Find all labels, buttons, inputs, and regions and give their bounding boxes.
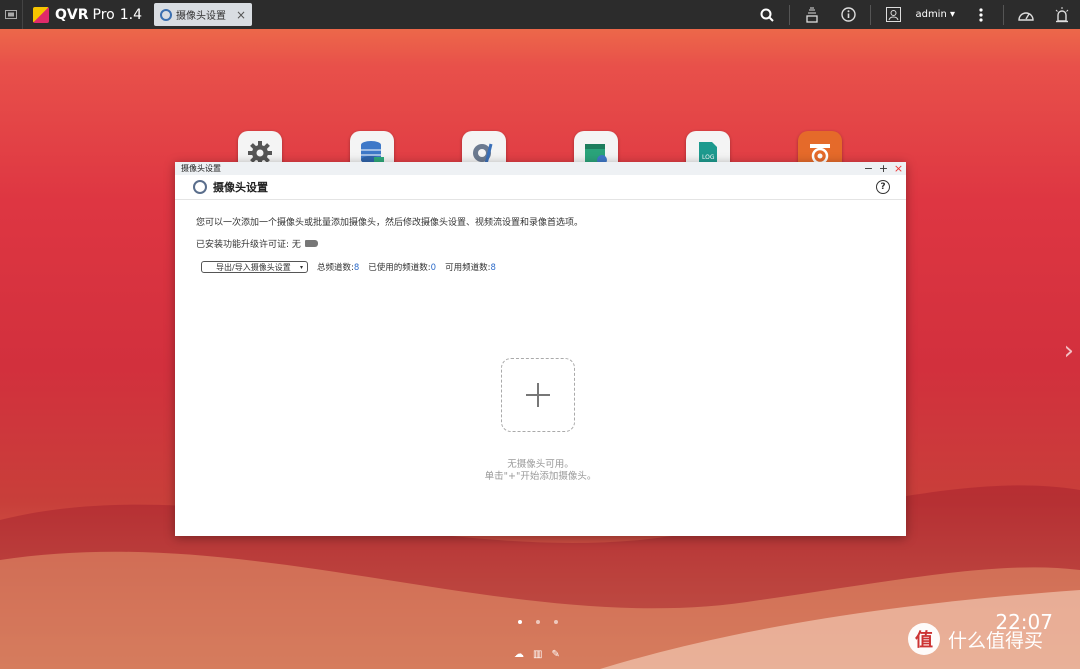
select-value: 导出/导入摄像头设置 <box>216 262 291 272</box>
export-import-select[interactable]: 导出/导入摄像头设置 ▾ <box>201 261 308 273</box>
empty-state-hint: 单击"+"开始添加摄像头。 <box>484 471 597 482</box>
chevron-down-icon: ▾ <box>299 263 303 271</box>
search-icon[interactable] <box>758 6 776 24</box>
window-title: 摄像头设置 <box>181 164 221 173</box>
bottom-dock: ☁ ▥ ✎ <box>514 649 569 660</box>
cloud-icon[interactable]: ☁ <box>514 649 524 660</box>
more-options-icon[interactable] <box>972 6 990 24</box>
control-row: 导出/导入摄像头设置 ▾ 总频道数:8 已使用的频道数:0 可用频道数:8 <box>201 261 496 273</box>
show-desktop-icon <box>5 10 17 19</box>
window-header: 摄像头设置 ? <box>175 175 906 200</box>
book-icon[interactable]: ▥ <box>533 649 542 660</box>
camera-settings-window: 摄像头设置 − + × 摄像头设置 ? 您可以一次添加一个摄像头或批量添加摄像头… <box>175 162 906 536</box>
show-desktop-button[interactable] <box>0 0 23 29</box>
app-name: QVR <box>55 6 89 23</box>
top-bar: QVR Pro 1.4 摄像头设置 × admin ▾ <box>0 0 1080 29</box>
alarm-beacon-icon[interactable] <box>1053 6 1071 24</box>
page-dot[interactable] <box>536 620 540 624</box>
watermark: 值 什么值得买 <box>908 623 1043 655</box>
tab-close-icon[interactable]: × <box>236 8 246 22</box>
watermark-text: 什么值得买 <box>948 629 1044 652</box>
minimize-icon[interactable]: − <box>861 162 876 175</box>
app-version: 1.4 <box>119 6 143 23</box>
desktop-pager <box>518 620 572 624</box>
svg-text:LOG: LOG <box>702 154 715 161</box>
app-logo: QVR Pro 1.4 <box>33 6 143 23</box>
close-icon[interactable]: × <box>891 162 906 175</box>
page-dot[interactable] <box>518 620 522 624</box>
license-text: 已安装功能升级许可证: 无 <box>196 240 301 250</box>
page-title: 摄像头设置 <box>213 181 268 194</box>
tab-label: 摄像头设置 <box>176 11 227 22</box>
help-icon[interactable]: ? <box>876 180 890 194</box>
user-menu[interactable]: admin ▾ <box>915 9 955 20</box>
available-channels: 可用频道数:8 <box>445 263 496 273</box>
watermark-logo: 值 <box>908 623 940 655</box>
dashboard-gauge-icon[interactable] <box>1017 6 1035 24</box>
plus-icon <box>526 383 550 407</box>
edit-icon[interactable]: ✎ <box>551 649 559 660</box>
next-page-arrow-icon[interactable]: › <box>1064 336 1074 366</box>
top-bar-actions: admin ▾ <box>749 0 1080 29</box>
info-icon[interactable] <box>839 6 857 24</box>
used-channels: 已使用的频道数:0 <box>368 263 437 273</box>
tab-camera-settings[interactable]: 摄像头设置 × <box>154 3 253 26</box>
page-dot[interactable] <box>554 620 558 624</box>
license-status: 已安装功能升级许可证: 无 <box>196 237 318 250</box>
app-product: Pro <box>92 6 115 23</box>
divider <box>870 4 872 25</box>
qvr-logo-icon <box>33 6 49 23</box>
total-channels: 总频道数:8 <box>317 263 360 273</box>
camera-settings-icon <box>160 8 173 21</box>
add-camera-button[interactable] <box>501 358 575 432</box>
window-titlebar[interactable]: 摄像头设置 − + × <box>175 162 906 175</box>
license-tag-icon[interactable] <box>304 240 318 247</box>
description-text: 您可以一次添加一个摄像头或批量添加摄像头，然后修改摄像头设置、视频流设置和录像首… <box>196 218 584 228</box>
notification-stack-icon[interactable] <box>803 6 821 24</box>
maximize-icon[interactable]: + <box>876 162 891 175</box>
user-icon[interactable] <box>884 6 902 24</box>
window-controls: − + × <box>861 162 906 175</box>
divider <box>1003 4 1004 25</box>
divider <box>789 4 791 25</box>
camera-settings-icon <box>193 180 207 194</box>
